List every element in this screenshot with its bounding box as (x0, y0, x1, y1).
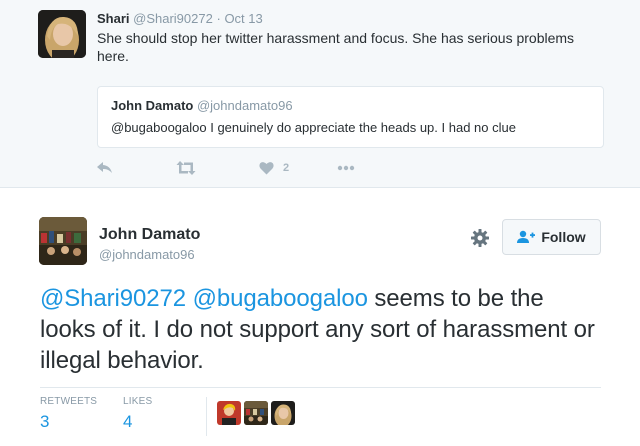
follow-label: Follow (541, 229, 586, 245)
header-separator: · (216, 11, 221, 26)
main-tweet-text: @Shari90272 @bugaboogaloo seems to be th… (40, 283, 600, 376)
quoted-tweet-text: @bugaboogaloo I genuinely do appreciate … (111, 120, 516, 135)
quoted-author-handle: @johndamato96 (196, 98, 293, 113)
liker-avatar[interactable] (271, 401, 295, 425)
parent-tweet-date[interactable]: Oct 13 (224, 11, 262, 26)
retweet-button[interactable] (176, 158, 196, 178)
main-author-handle[interactable]: @johndamato96 (99, 247, 195, 263)
retweets-count: 3 (40, 412, 50, 431)
retweets-stat[interactable]: RETWEETS 3 (40, 396, 97, 432)
quoted-tweet-header: John Damato @johndamato96 (111, 98, 293, 114)
main-author-name[interactable]: John Damato (99, 226, 200, 244)
main-author-avatar[interactable] (39, 217, 87, 265)
follow-button[interactable]: Follow (502, 219, 601, 255)
add-user-icon (517, 230, 536, 244)
parent-author-name[interactable]: Shari (97, 11, 130, 26)
tweet-stats: RETWEETS 3 LIKES 4 (40, 387, 601, 446)
settings-button[interactable] (469, 227, 491, 249)
mention-link[interactable]: @Shari90272 (40, 285, 186, 312)
heart-icon (259, 161, 274, 175)
stats-divider (206, 397, 207, 436)
like-button[interactable]: 2 (259, 158, 289, 178)
reply-icon (97, 161, 113, 175)
likers-avatars (217, 401, 295, 425)
likes-count: 4 (123, 412, 133, 431)
parent-tweet-header: Shari @Shari90272 · Oct 13 (97, 11, 263, 27)
liker-avatar[interactable] (244, 401, 268, 425)
retweet-icon (176, 161, 196, 175)
more-button[interactable] (337, 158, 355, 178)
liker-avatar[interactable] (217, 401, 241, 425)
likes-label: LIKES (123, 396, 153, 407)
like-count: 2 (283, 162, 290, 174)
gear-icon (469, 229, 491, 253)
mention-link[interactable]: @bugaboogaloo (193, 285, 368, 312)
parent-tweet-text: She should stop her twitter harassment a… (97, 30, 575, 64)
parent-author-avatar[interactable] (38, 10, 86, 58)
parent-author-handle[interactable]: @Shari90272 (133, 11, 213, 26)
reply-button[interactable] (97, 158, 113, 178)
retweets-label: RETWEETS (40, 396, 98, 407)
quoted-author-name: John Damato (111, 98, 194, 113)
parent-tweet-actions: 2 (97, 158, 397, 178)
more-icon (337, 165, 355, 171)
likes-stat[interactable]: LIKES 4 (123, 396, 152, 432)
quoted-tweet[interactable]: John Damato @johndamato96 @bugaboogaloo … (97, 86, 604, 148)
parent-tweet: Shari @Shari90272 · Oct 13 She should st… (0, 0, 640, 188)
